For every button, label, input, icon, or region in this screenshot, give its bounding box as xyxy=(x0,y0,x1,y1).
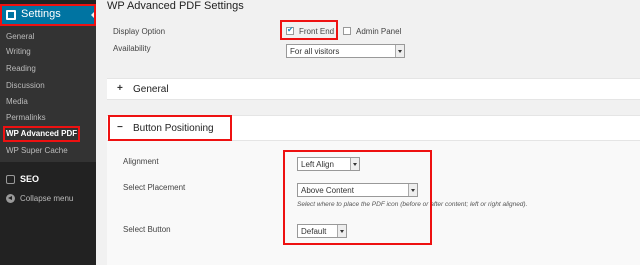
availability-value: For all visitors xyxy=(290,47,340,56)
button-positioning-panel-header[interactable]: − Button Positioning xyxy=(107,115,640,141)
collapse-menu-label: Collapse menu xyxy=(20,194,74,203)
chevron-down-icon xyxy=(350,158,359,170)
chevron-down-icon xyxy=(408,184,417,196)
placement-select[interactable]: Above Content xyxy=(297,183,418,197)
sidebar-item-writing[interactable]: Writing xyxy=(6,47,31,56)
sidebar-item-wp-advanced-pdf[interactable]: WP Advanced PDF xyxy=(6,129,77,138)
display-option-label: Display Option xyxy=(113,27,166,36)
collapse-menu-button[interactable]: Collapse menu xyxy=(0,192,96,206)
chevron-down-icon xyxy=(337,225,346,237)
general-panel-header[interactable]: + General xyxy=(107,78,640,100)
placement-help-text: Select where to place the PDF icon (befo… xyxy=(297,201,528,208)
current-menu-arrow xyxy=(91,10,96,20)
button-style-value: Default xyxy=(301,227,327,236)
admin-panel-checkbox[interactable] xyxy=(343,27,351,35)
alignment-value: Left Align xyxy=(301,160,334,169)
sidebar-item-reading[interactable]: Reading xyxy=(6,64,36,73)
sidebar-item-media[interactable]: Media xyxy=(6,97,28,106)
sidebar-item-general[interactable]: General xyxy=(6,32,34,41)
sidebar-item-wp-super-cache[interactable]: WP Super Cache xyxy=(6,146,68,155)
select-placement-label: Select Placement xyxy=(123,183,186,192)
settings-icon xyxy=(6,10,16,20)
settings-submenu: General Writing Reading Discussion Media… xyxy=(0,26,96,162)
page-title: WP Advanced PDF Settings xyxy=(107,0,244,12)
sidebar-item-discussion[interactable]: Discussion xyxy=(6,81,45,90)
button-style-select[interactable]: Default xyxy=(297,224,347,238)
admin-panel-label: Admin Panel xyxy=(356,27,402,36)
sidebar-item-permalinks[interactable]: Permalinks xyxy=(6,113,46,122)
availability-select[interactable]: For all visitors xyxy=(286,44,405,58)
chevron-down-icon xyxy=(395,45,404,57)
select-button-label: Select Button xyxy=(123,225,171,234)
availability-label: Availability xyxy=(113,44,151,53)
collapse-toggle-icon: − xyxy=(117,122,123,133)
admin-sidebar: Settings General Writing Reading Discuss… xyxy=(0,0,96,265)
sidebar-item-seo[interactable]: SEO xyxy=(0,172,96,188)
sidebar-seo-label: SEO xyxy=(20,174,40,184)
button-positioning-panel-title: Button Positioning xyxy=(133,123,214,134)
general-panel-title: General xyxy=(133,84,169,95)
front-end-label: Front End xyxy=(299,27,335,36)
expand-icon: + xyxy=(117,83,123,94)
alignment-select[interactable]: Left Align xyxy=(297,157,360,171)
sidebar-item-settings[interactable]: Settings xyxy=(0,4,96,26)
placement-value: Above Content xyxy=(301,186,354,195)
seo-icon xyxy=(6,175,15,184)
alignment-label: Alignment xyxy=(123,157,159,166)
sidebar-settings-label: Settings xyxy=(21,8,61,20)
front-end-checkbox[interactable] xyxy=(286,25,294,35)
collapse-icon xyxy=(6,194,15,203)
